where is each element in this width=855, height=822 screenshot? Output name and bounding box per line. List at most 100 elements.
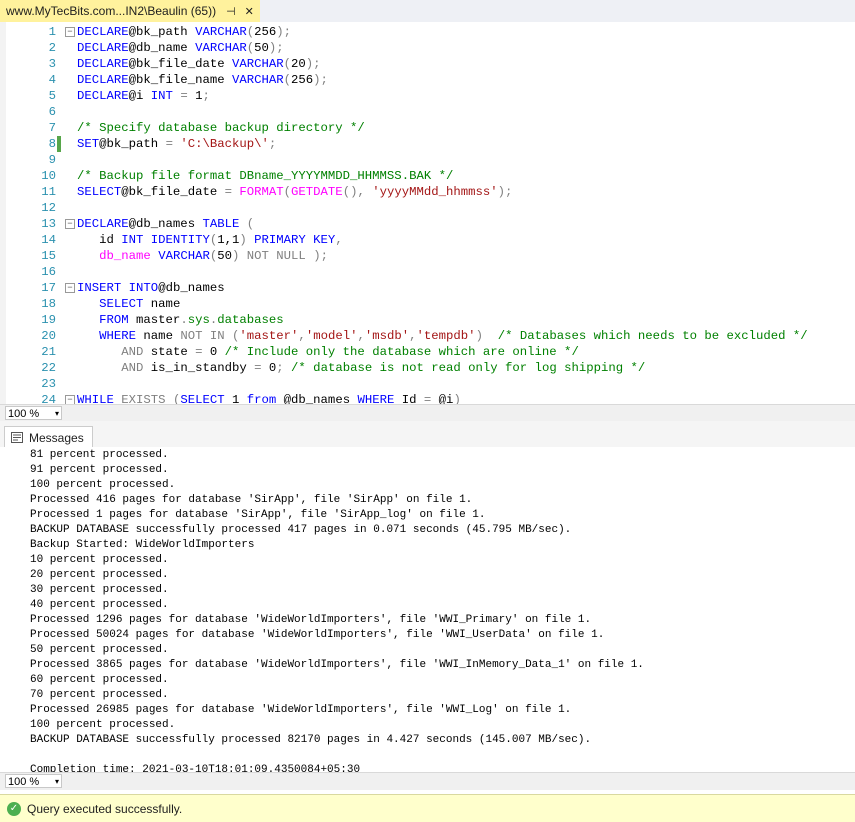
code-token: master [128, 313, 181, 327]
code-token: 20 [291, 57, 306, 71]
code-token: @bk_file_date [121, 185, 225, 199]
collapse-icon[interactable]: − [65, 395, 75, 404]
code-text: SELECT@bk_file_date = FORMAT(GETDATE(), … [77, 184, 512, 200]
change-marker [57, 136, 61, 152]
code-line[interactable]: 22 AND is_in_standby = 0; /* database is… [0, 360, 855, 376]
message-line: 20 percent processed. [30, 569, 169, 581]
code-token: db_name [77, 249, 159, 263]
code-token: = [254, 361, 269, 375]
code-line[interactable]: 2 DECLARE@db_name VARCHAR(50); [0, 40, 855, 56]
code-token: , [409, 329, 417, 343]
code-line[interactable]: 14 id INT IDENTITY(1,1) PRIMARY KEY, [0, 232, 855, 248]
code-text: DECLARE@bk_file_name VARCHAR(256); [77, 72, 328, 88]
code-token: 256 [254, 25, 277, 39]
code-token: = [172, 89, 196, 103]
code-line[interactable]: 18 SELECT name [0, 296, 855, 312]
code-line[interactable]: 4 DECLARE@bk_file_name VARCHAR(256); [0, 72, 855, 88]
code-token: ) [239, 233, 255, 247]
code-token: 'C:\Backup\' [180, 137, 269, 151]
code-line[interactable]: 5 DECLARE@i INT = 1; [0, 88, 855, 104]
line-number: 8 [48, 137, 56, 151]
code-line[interactable]: 17− INSERT INTO@db_names [0, 280, 855, 296]
close-icon[interactable]: ✕ [245, 5, 254, 18]
code-token: AND [77, 345, 144, 359]
line-number: 21 [41, 345, 56, 359]
status-text: Query executed successfully. [27, 801, 183, 816]
tab-messages-label: Messages [29, 430, 84, 445]
code-line[interactable]: 1− DECLARE@bk_path VARCHAR(256); [0, 24, 855, 40]
code-line[interactable]: 19 FROM master.sys.databases [0, 312, 855, 328]
check-circle-icon: ✓ [7, 801, 21, 816]
line-number: 14 [41, 233, 56, 247]
code-token: from [246, 393, 277, 404]
code-line[interactable]: 10 /* Backup file format DBname_YYYYMMDD_… [0, 168, 855, 184]
code-line[interactable]: 3 DECLARE@bk_file_date VARCHAR(20); [0, 56, 855, 72]
message-line: Processed 3865 pages for database 'WideW… [30, 659, 644, 671]
message-line: BACKUP DATABASE successfully processed 4… [30, 524, 572, 536]
status-bar: ✓ Query executed successfully. [0, 794, 855, 822]
code-token: DECLARE [77, 217, 129, 231]
collapse-icon[interactable]: − [65, 283, 75, 293]
code-text: INSERT INTO@db_names [77, 280, 225, 296]
code-token: ); [305, 249, 328, 263]
messages-zoom-bar: 100 % ▾ [0, 772, 855, 790]
collapse-icon[interactable]: − [65, 27, 75, 37]
editor-zoom-select[interactable]: 100 % ▾ [5, 406, 62, 420]
code-line[interactable]: 11 SELECT@bk_file_date = FORMAT(GETDATE()… [0, 184, 855, 200]
messages-zoom-select[interactable]: 100 % ▾ [5, 774, 62, 788]
code-token: DECLARE [77, 41, 129, 55]
collapse-icon[interactable]: − [65, 219, 75, 229]
code-token: @db_names [276, 393, 358, 404]
editor-zoom-bar: 100 % ▾ [0, 404, 855, 422]
code-token: ); [497, 185, 513, 199]
code-token: PRIMARY KEY [254, 233, 336, 247]
message-line: 50 percent processed. [30, 644, 169, 656]
message-line: Processed 1296 pages for database 'WideW… [30, 614, 592, 626]
query-tab[interactable]: www.MyTecBits.com...IN2\Beaulin (65)) ⊣ … [0, 0, 260, 22]
code-line[interactable]: 12 [0, 200, 855, 216]
code-token: SET [77, 137, 100, 151]
code-text: /* Backup file format DBname_YYYYMMDD_HH… [77, 168, 453, 184]
code-token: ( [239, 217, 255, 231]
code-line[interactable]: 8 SET@bk_path = 'C:\Backup\'; [0, 136, 855, 152]
message-line: 70 percent processed. [30, 689, 169, 701]
query-editor[interactable]: 1− DECLARE@bk_path VARCHAR(256); 2 DECLARE@… [0, 22, 855, 404]
code-token: 0 [209, 345, 225, 359]
code-line[interactable]: 16 [0, 264, 855, 280]
message-line: 60 percent processed. [30, 674, 169, 686]
line-number: 9 [48, 153, 56, 167]
code-token: SELECT [77, 297, 144, 311]
code-text: db_name VARCHAR(50) NOT NULL ); [77, 248, 328, 264]
code-line[interactable]: 21 AND state = 0 /* Include only the dat… [0, 344, 855, 360]
code-token: sys [187, 313, 210, 327]
code-token: 'msdb' [364, 329, 410, 343]
code-text: SET@bk_path = 'C:\Backup\'; [77, 136, 276, 152]
code-token: WHERE [77, 329, 137, 343]
code-line[interactable]: 15 db_name VARCHAR(50) NOT NULL ); [0, 248, 855, 264]
code-line[interactable]: 7 /* Specify database backup directory */ [0, 120, 855, 136]
code-line[interactable]: 6 [0, 104, 855, 120]
messages-pane[interactable]: 81 percent processed. 91 percent processe… [0, 447, 855, 772]
code-token: @db_names [158, 281, 225, 295]
code-token: FORMAT [239, 185, 284, 199]
code-line[interactable]: 20 WHERE name NOT IN ('master','model','… [0, 328, 855, 344]
code-token: @i [128, 89, 151, 103]
code-token: = [224, 185, 240, 199]
code-token: DECLARE [77, 73, 129, 87]
code-text: AND state = 0 /* Include only the databa… [77, 344, 579, 360]
code-token: TABLE [202, 217, 240, 231]
code-line[interactable]: 9 [0, 152, 855, 168]
code-token: /* Databases which needs to be excluded … [497, 329, 808, 343]
pin-icon[interactable]: ⊣ [226, 5, 236, 18]
code-line[interactable]: 24− WHILE EXISTS (SELECT 1 from @db_names… [0, 392, 855, 404]
results-tab-strip: Messages [0, 426, 855, 448]
code-token: /* Include only the database which are o… [224, 345, 579, 359]
code-line[interactable]: 13− DECLARE@db_names TABLE ( [0, 216, 855, 232]
tab-messages[interactable]: Messages [4, 426, 93, 448]
code-line[interactable]: 23 [0, 376, 855, 392]
code-token: @db_names [128, 217, 203, 231]
code-token: ; [202, 89, 210, 103]
line-number: 23 [41, 377, 56, 391]
code-token: ) [453, 393, 461, 404]
message-line: 100 percent processed. [30, 479, 176, 491]
